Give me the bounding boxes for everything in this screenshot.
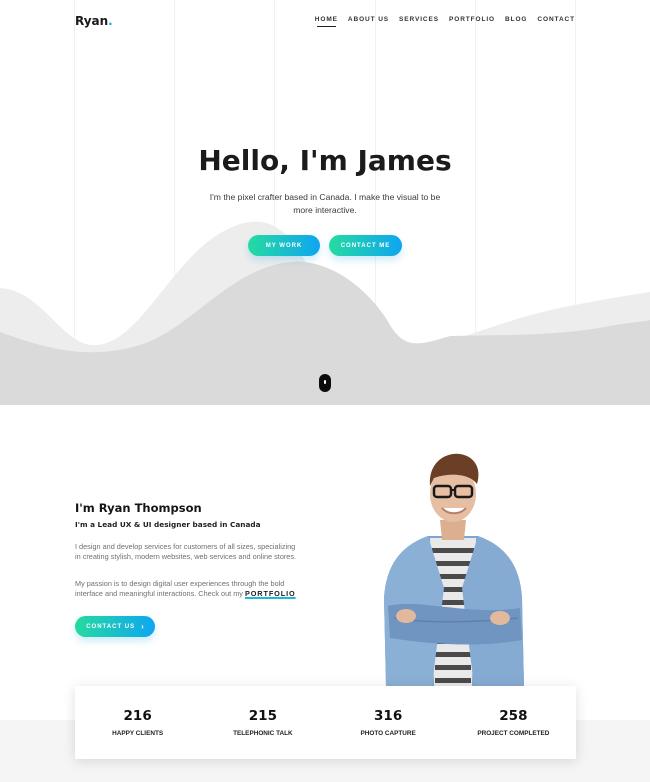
- profile-photo: [384, 453, 524, 686]
- about-title: I'm Ryan Thompson: [75, 501, 202, 515]
- stat-photo-capture: 316 PHOTO CAPTURE: [326, 686, 451, 759]
- about-subtitle: I'm a Lead UX & UI designer based in Can…: [75, 520, 261, 529]
- mouse-scroll-icon[interactable]: [319, 374, 331, 392]
- nav-home[interactable]: HOME: [315, 16, 338, 27]
- mouse-wheel: [324, 380, 326, 384]
- logo[interactable]: Ryan.: [75, 14, 113, 28]
- chevron-right-icon: ›: [141, 622, 144, 631]
- my-work-button[interactable]: MY WORK: [248, 235, 320, 256]
- nav-contact[interactable]: CONTACT: [537, 16, 575, 27]
- stat-happy-clients: 216 HAPPY CLIENTS: [75, 686, 200, 759]
- stat-label: HAPPY CLIENTS: [112, 730, 164, 737]
- stat-number: 215: [248, 708, 277, 724]
- about-paragraph-1: I design and develop services for custom…: [75, 542, 297, 561]
- stat-number: 216: [123, 708, 152, 724]
- logo-text: Ryan: [75, 14, 109, 28]
- stat-label: PHOTO CAPTURE: [360, 730, 416, 737]
- contact-me-button[interactable]: CONTACT ME: [329, 235, 402, 256]
- nav-about-us[interactable]: ABOUT US: [348, 16, 389, 27]
- stat-project-completed: 258 PROJECT COMPLETED: [451, 686, 576, 759]
- stats-card: 216 HAPPY CLIENTS 215 TELEPHONIC TALK 31…: [75, 686, 576, 759]
- hero-subtitle: I'm the pixel crafter based in Canada. I…: [209, 192, 441, 215]
- contact-us-button[interactable]: CONTACT US ›: [75, 616, 155, 637]
- nav-portfolio[interactable]: PORTFOLIO: [449, 16, 495, 27]
- stat-number: 316: [374, 708, 403, 724]
- logo-dot: .: [108, 14, 113, 28]
- contact-us-label: CONTACT US: [86, 623, 136, 630]
- main-nav: HOME ABOUT US SERVICES PORTFOLIO BLOG CO…: [315, 16, 575, 27]
- nav-blog[interactable]: BLOG: [505, 16, 527, 27]
- stat-label: TELEPHONIC TALK: [233, 730, 293, 737]
- about-paragraph-2: My passion is to design digital user exp…: [75, 579, 297, 599]
- stat-number: 258: [499, 708, 528, 724]
- portfolio-link[interactable]: PORTFOLIO: [245, 589, 296, 598]
- hero-title: Hello, I'm James: [198, 144, 452, 177]
- hero-section: Hello, I'm James I'm the pixel crafter b…: [0, 0, 650, 405]
- stat-telephonic-talk: 215 TELEPHONIC TALK: [200, 686, 325, 759]
- nav-services[interactable]: SERVICES: [399, 16, 439, 27]
- stat-label: PROJECT COMPLETED: [477, 730, 550, 737]
